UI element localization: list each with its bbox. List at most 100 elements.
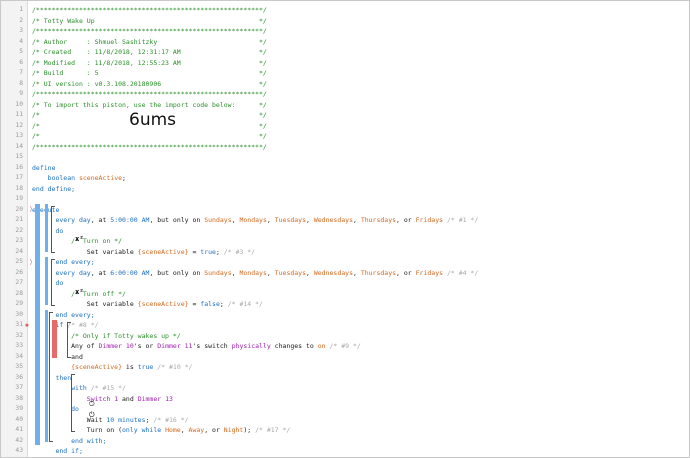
code-line[interactable]: /* Created : 11/8/2018, 12:31:17 AM */: [32, 47, 267, 58]
condition-bracket: [67, 322, 71, 358]
code-line[interactable]: Wait 10 minutes; /* #16 */: [32, 415, 189, 426]
code-line[interactable]: Set variable {sceneActive} = true; /* #3…: [32, 247, 255, 258]
line-number: 7: [19, 69, 23, 76]
code-token: /* Author : Shmuel Sashitzky */: [32, 37, 267, 46]
code-token: end if;: [55, 447, 83, 455]
code-line[interactable]: if /* #8 */: [32, 320, 99, 331]
code-line[interactable]: /***************************************…: [32, 142, 267, 153]
code-line[interactable]: every day, at 6:00:00 AM, but only on Su…: [32, 268, 478, 279]
code-token: {sceneActive}: [137, 247, 189, 256]
code-line[interactable]: Switch 1 and Dimmer 13: [32, 394, 173, 405]
line-number: 35: [15, 363, 23, 370]
code-token: 5:00:00 AM: [110, 216, 150, 224]
line-number: 41: [15, 426, 23, 433]
code-token: /* */: [32, 132, 267, 140]
with-bracket: [71, 374, 75, 432]
code-line[interactable]: /***************************************…: [32, 5, 267, 16]
code-line[interactable]: every day, at 5:00:00 AM, but only on Su…: [32, 215, 478, 226]
code-token: false: [200, 300, 220, 308]
code-token: Fridays: [415, 268, 444, 277]
code-token: changes to: [270, 342, 318, 350]
line-number: 32: [15, 331, 23, 339]
code-line[interactable]: end if;: [32, 446, 83, 457]
code-token: ,: [306, 268, 314, 277]
line-number: 25: [15, 258, 23, 265]
code-token: ,: [352, 216, 361, 224]
code-token: do: [55, 279, 64, 287]
code-token: Any of: [32, 342, 99, 350]
code-token: ,: [266, 216, 275, 224]
code-line[interactable]: /* UI version : v0.3.108.20180906 */: [32, 79, 267, 90]
code-token: Wait: [32, 415, 107, 424]
line-number: 17: [15, 174, 23, 181]
code-token: =: [188, 300, 201, 308]
import-code: 6ums: [129, 110, 177, 130]
line-number: 12: [15, 121, 23, 129]
code-token: /* Created : 11/8/2018, 12:31:17 AM */: [32, 48, 267, 56]
line-number: 4: [19, 37, 23, 45]
line-number: 13: [15, 132, 23, 139]
line-number: 20: [15, 205, 23, 213]
line-number: 6: [19, 58, 23, 66]
code-line[interactable]: /* Modified : 11/8/2018, 12:55:23 AM */: [32, 58, 267, 69]
line-number: 36: [15, 373, 23, 381]
code-token: /* #16 */: [153, 415, 189, 424]
code-token: ,: [352, 268, 361, 277]
code-token: then: [55, 373, 72, 382]
code-token: ;: [215, 247, 224, 256]
code-token: Night: [223, 426, 244, 434]
code-line[interactable]: boolean sceneActive;: [32, 173, 126, 184]
if-block-bar: [45, 310, 48, 442]
line-number: 3: [19, 27, 23, 34]
code-line[interactable]: end with;: [32, 436, 106, 447]
line-number: 1: [19, 6, 23, 13]
code-token: Thursdays: [360, 216, 397, 224]
condition-icon[interactable]: ✱: [25, 320, 29, 330]
code-token: Away: [188, 426, 205, 434]
code-line[interactable]: end every;: [32, 310, 95, 321]
code-line[interactable]: /* */: [32, 131, 267, 142]
code-line[interactable]: /* Build : 5 */: [32, 68, 267, 79]
code-token: /* Build : 5 */: [32, 69, 267, 77]
code-token: {sceneActive}: [137, 300, 189, 308]
code-token: Home: [165, 426, 181, 434]
code-token: , but only on: [149, 216, 205, 224]
line-number: 33: [15, 342, 23, 349]
code-token: end every;: [55, 310, 95, 319]
code-line[interactable]: end every;: [32, 257, 94, 268]
code-token: /***************************************…: [32, 27, 267, 35]
code-token: /* #9 */: [329, 342, 361, 350]
code-token: every day: [55, 268, 91, 277]
code-token: /* #14 */: [227, 300, 263, 308]
code-token: , or: [204, 426, 224, 434]
code-token: {sceneActive}: [71, 363, 123, 371]
code-line[interactable]: end define;: [32, 184, 75, 195]
code-line[interactable]: Any of Dimmer 10's or Dimmer 11's switch…: [32, 341, 361, 352]
code-line[interactable]: Set variable {sceneActive} = false; /* #…: [32, 299, 263, 310]
line-number: 34: [15, 352, 23, 360]
code-line[interactable]: {sceneActive} is true /* #10 */: [32, 362, 192, 373]
restriction-icon[interactable]: ⟩: [29, 204, 33, 214]
code-token: /* #8 */: [67, 321, 99, 329]
power-icon: ⏻: [89, 410, 95, 419]
line-number: 2: [19, 16, 23, 24]
code-line[interactable]: /***************************************…: [32, 89, 267, 100]
code-line[interactable]: define: [32, 163, 55, 174]
line-number: 29: [15, 300, 23, 307]
code-line[interactable]: /* Totty Wake Up */: [32, 16, 267, 27]
restriction-icon[interactable]: ⟩: [29, 257, 33, 267]
code-token: Sundays: [204, 216, 232, 224]
line-number: 40: [15, 415, 23, 423]
code-token: 6:00:00 AM: [110, 268, 150, 277]
line-number: 38: [15, 394, 23, 402]
code-token: , or: [396, 268, 416, 277]
every-block-bar-1: [45, 204, 48, 252]
code-token: and: [118, 394, 138, 403]
code-token: only while: [122, 426, 166, 434]
code-token: ,: [266, 268, 275, 277]
line-number: 10: [15, 100, 23, 108]
code-line[interactable]: /***************************************…: [32, 26, 267, 37]
code-line[interactable]: /* Author : Shmuel Sashitzky */: [32, 37, 267, 48]
